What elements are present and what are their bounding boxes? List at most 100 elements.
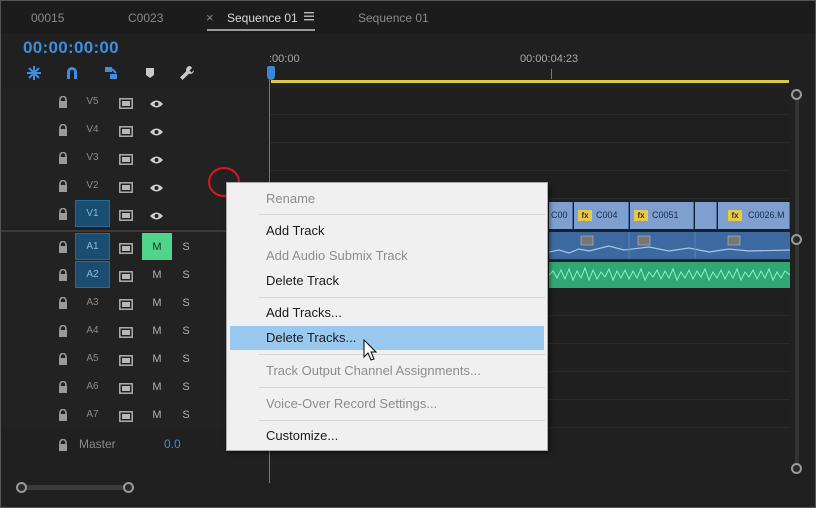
audio-clip-a2[interactable] xyxy=(549,262,790,288)
sync-lock-icon[interactable] xyxy=(119,409,133,422)
lock-icon[interactable] xyxy=(58,296,68,309)
mute-button[interactable]: M xyxy=(142,373,172,400)
lock-icon[interactable] xyxy=(58,352,68,365)
eye-icon[interactable] xyxy=(149,124,164,136)
linked-selection-icon[interactable] xyxy=(102,64,120,82)
track-target-toggle[interactable]: A2 xyxy=(75,261,110,288)
snap-icon[interactable] xyxy=(25,64,43,82)
video-track-header[interactable]: V4 xyxy=(1,116,269,143)
audio-clip-a1[interactable] xyxy=(549,232,790,259)
scroll-handle-mid[interactable] xyxy=(791,234,802,245)
video-clip[interactable]: C00 xyxy=(549,202,573,229)
solo-button[interactable]: S xyxy=(178,345,194,372)
mute-button[interactable]: M xyxy=(142,261,172,288)
track-target-toggle[interactable]: A5 xyxy=(75,345,110,372)
mute-button[interactable]: M xyxy=(142,233,172,260)
track-target-toggle[interactable]: V1 xyxy=(75,200,110,227)
menu-item-track-output-channel-assignments[interactable]: Track Output Channel Assignments... xyxy=(230,359,544,383)
track-target-toggle[interactable]: V3 xyxy=(75,144,110,171)
playhead-timecode[interactable]: 00:00:00:00 xyxy=(23,38,119,58)
menu-item-customize[interactable]: Customize... xyxy=(230,424,544,448)
scroll-handle-bottom[interactable] xyxy=(791,463,802,474)
video-track-lane[interactable] xyxy=(269,144,790,171)
track-target-toggle[interactable]: V4 xyxy=(75,116,110,143)
work-area-bar[interactable] xyxy=(271,80,789,83)
mute-button[interactable]: M xyxy=(142,345,172,372)
lock-icon[interactable] xyxy=(58,207,68,220)
menu-item-delete-track[interactable]: Delete Track xyxy=(230,269,544,293)
eye-icon[interactable] xyxy=(149,152,164,164)
solo-button[interactable]: S xyxy=(178,317,194,344)
video-track-lane[interactable] xyxy=(269,88,790,115)
track-target-toggle[interactable]: V2 xyxy=(75,172,110,199)
sync-lock-icon[interactable] xyxy=(119,297,133,310)
sync-lock-icon[interactable] xyxy=(119,381,133,394)
tab-00015[interactable]: 00015 xyxy=(31,11,64,25)
hscroll-handle-left[interactable] xyxy=(16,482,27,493)
mouse-cursor-icon xyxy=(363,338,379,363)
scroll-handle-top[interactable] xyxy=(791,89,802,100)
menu-item-voice-over-record-settings[interactable]: Voice-Over Record Settings... xyxy=(230,392,544,416)
lock-icon[interactable] xyxy=(58,123,68,136)
eye-icon[interactable] xyxy=(149,96,164,108)
solo-button[interactable]: S xyxy=(178,401,194,428)
track-target-toggle[interactable]: V5 xyxy=(75,88,110,115)
video-track-lane[interactable] xyxy=(269,116,790,143)
lock-icon[interactable] xyxy=(58,240,68,253)
mute-button[interactable]: M xyxy=(142,401,172,428)
lock-icon[interactable] xyxy=(58,268,68,281)
hamburger-icon[interactable] xyxy=(304,10,314,24)
track-target-toggle[interactable]: A7 xyxy=(75,401,110,428)
wrench-icon[interactable] xyxy=(178,64,196,82)
sync-lock-icon[interactable] xyxy=(119,180,133,193)
sync-lock-icon[interactable] xyxy=(119,353,133,366)
tab-c0023[interactable]: C0023 xyxy=(128,11,163,25)
sync-lock-icon[interactable] xyxy=(119,152,133,165)
playhead-handle[interactable] xyxy=(267,66,275,80)
menu-item-add-track[interactable]: Add Track xyxy=(230,219,544,243)
track-target-toggle[interactable]: A4 xyxy=(75,317,110,344)
sync-lock-icon[interactable] xyxy=(119,269,133,282)
tab-sequence-01[interactable]: Sequence 01 xyxy=(358,11,429,25)
lock-icon[interactable] xyxy=(58,324,68,337)
mute-button[interactable]: M xyxy=(142,317,172,344)
mute-button[interactable]: M xyxy=(142,289,172,316)
menu-item-delete-tracks[interactable]: Delete Tracks... xyxy=(230,326,544,350)
close-icon[interactable]: × xyxy=(206,10,214,25)
sync-lock-icon[interactable] xyxy=(119,325,133,338)
hscroll-handle-right[interactable] xyxy=(123,482,134,493)
track-target-toggle[interactable]: A3 xyxy=(75,289,110,316)
video-clip[interactable] xyxy=(695,202,717,229)
marker-icon[interactable] xyxy=(141,64,159,82)
video-clip[interactable]: fx C0051 xyxy=(630,202,694,229)
solo-button[interactable]: S xyxy=(178,289,194,316)
lock-icon[interactable] xyxy=(58,438,68,451)
lock-icon[interactable] xyxy=(58,179,68,192)
eye-icon[interactable] xyxy=(149,180,164,192)
sync-lock-icon[interactable] xyxy=(119,124,133,137)
solo-button[interactable]: S xyxy=(178,373,194,400)
eye-icon[interactable] xyxy=(149,208,164,220)
solo-button[interactable]: S xyxy=(178,261,194,288)
lock-icon[interactable] xyxy=(58,151,68,164)
video-clip[interactable]: fx C0026.M xyxy=(718,202,790,229)
solo-button[interactable]: S xyxy=(178,233,194,260)
menu-item-add-audio-submix-track[interactable]: Add Audio Submix Track xyxy=(230,244,544,268)
sync-lock-icon[interactable] xyxy=(119,208,133,221)
menu-item-add-tracks[interactable]: Add Tracks... xyxy=(230,301,544,325)
sync-lock-icon[interactable] xyxy=(119,96,133,109)
lock-icon[interactable] xyxy=(58,95,68,108)
horizontal-scrollbar[interactable] xyxy=(19,485,131,490)
tab-sequence-01-active[interactable]: Sequence 01 xyxy=(227,11,298,25)
magnet-icon[interactable] xyxy=(63,64,81,82)
master-volume-value[interactable]: 0.0 xyxy=(164,437,181,451)
vertical-scrollbar[interactable] xyxy=(795,91,799,471)
menu-item-rename[interactable]: Rename xyxy=(230,187,544,211)
video-track-header[interactable]: V5 xyxy=(1,88,269,115)
sync-lock-icon[interactable] xyxy=(119,241,133,254)
track-target-toggle[interactable]: A6 xyxy=(75,373,110,400)
track-target-toggle[interactable]: A1 xyxy=(75,233,110,260)
video-clip[interactable]: fx C004 xyxy=(574,202,629,229)
lock-icon[interactable] xyxy=(58,408,68,421)
lock-icon[interactable] xyxy=(58,380,68,393)
